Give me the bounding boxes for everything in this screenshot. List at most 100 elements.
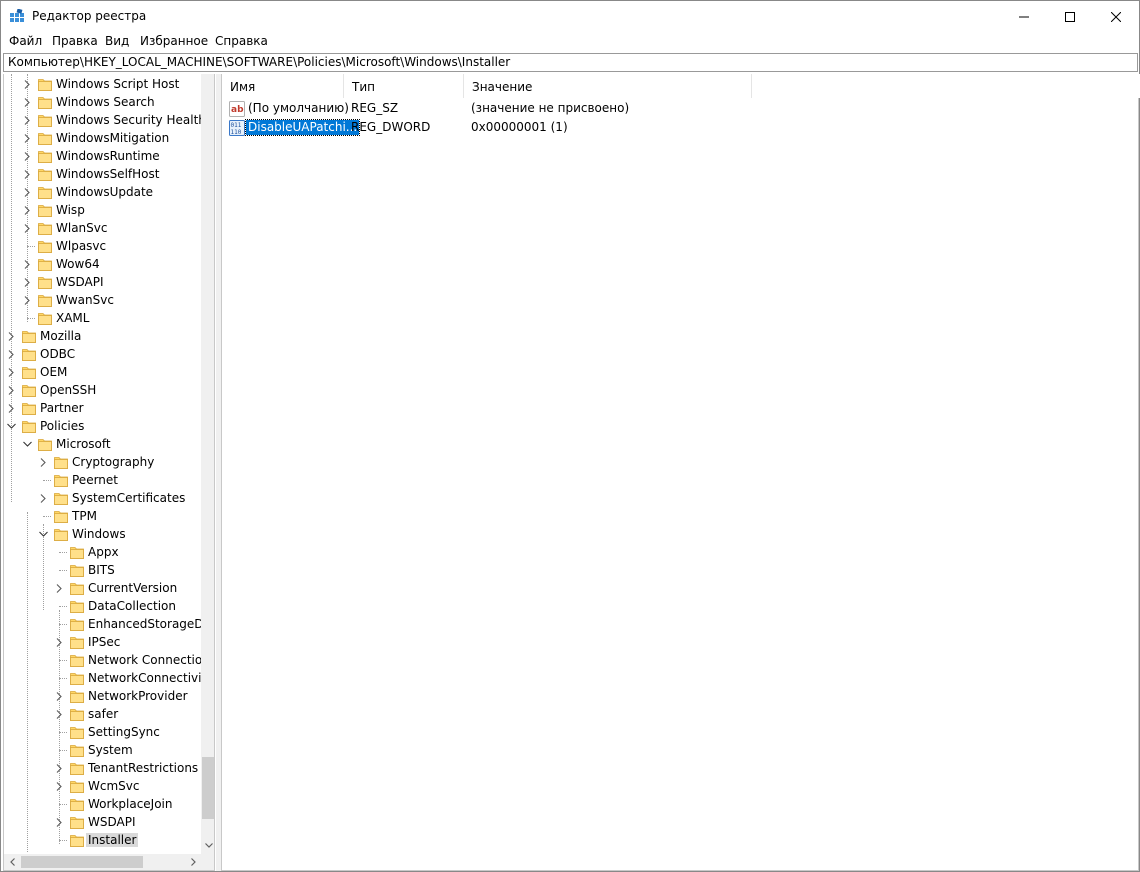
chevron-right-icon[interactable]: [22, 255, 32, 273]
tree-node[interactable]: EnhancedStorageDev: [4, 615, 201, 633]
tree-node[interactable]: Windows Security Health: [4, 111, 201, 129]
chevron-right-icon[interactable]: [6, 399, 16, 417]
tree-node[interactable]: Windows: [4, 525, 201, 543]
chevron-right-icon[interactable]: [54, 687, 64, 705]
chevron-right-icon[interactable]: [22, 111, 32, 129]
tree-node[interactable]: NetworkProvider: [4, 687, 201, 705]
chevron-down-icon[interactable]: [38, 525, 48, 543]
address-bar[interactable]: Компьютер\HKEY_LOCAL_MACHINE\SOFTWARE\Po…: [3, 53, 1138, 72]
chevron-right-icon[interactable]: [54, 579, 64, 597]
chevron-right-icon[interactable]: [22, 183, 32, 201]
tree-node[interactable]: safer: [4, 705, 201, 723]
tree-node[interactable]: BITS: [4, 561, 201, 579]
close-button[interactable]: [1093, 1, 1139, 32]
chevron-right-icon[interactable]: [38, 489, 48, 507]
tree-node[interactable]: OpenSSH: [4, 381, 201, 399]
tree-leaf-connector: [54, 741, 67, 759]
tree-node[interactable]: Installer: [4, 831, 201, 849]
scroll-down-arrow-icon[interactable]: [201, 837, 214, 854]
column-header-name[interactable]: Имя: [222, 74, 344, 98]
chevron-right-icon[interactable]: [6, 381, 16, 399]
tree-node[interactable]: Network Connections: [4, 651, 201, 669]
value-row[interactable]: ab (По умолчанию) REG_SZ (значение не пр…: [222, 99, 1140, 118]
chevron-right-icon[interactable]: [6, 363, 16, 381]
scroll-right-arrow-icon[interactable]: [185, 854, 201, 870]
tree-node[interactable]: Wisp: [4, 201, 201, 219]
maximize-button[interactable]: [1047, 1, 1093, 32]
menu-help[interactable]: Справка: [215, 34, 268, 48]
tree-node[interactable]: Peernet: [4, 471, 201, 489]
chevron-right-icon[interactable]: [22, 147, 32, 165]
column-header-data[interactable]: Значение: [464, 74, 752, 98]
chevron-right-icon[interactable]: [22, 219, 32, 237]
chevron-right-icon[interactable]: [22, 273, 32, 291]
values-list-pane[interactable]: Имя Тип Значение ab (По умолчанию) REG_S…: [221, 74, 1140, 871]
tree-node[interactable]: DataCollection: [4, 597, 201, 615]
scroll-left-arrow-icon[interactable]: [4, 854, 20, 870]
key-tree-pane[interactable]: Windows Script Host Windows Search Windows…: [3, 74, 215, 871]
chevron-right-icon[interactable]: [54, 705, 64, 723]
tree-node[interactable]: WindowsUpdate: [4, 183, 201, 201]
tree-vertical-scroll-thumb[interactable]: [202, 757, 214, 819]
tree-node[interactable]: System: [4, 741, 201, 759]
tree-node[interactable]: WlanSvc: [4, 219, 201, 237]
value-row-selected[interactable]: 011 110 DisableUAPatchi... REG_DWORD 0x0…: [222, 118, 1140, 137]
chevron-right-icon[interactable]: [22, 291, 32, 309]
tree-vertical-scrollbar[interactable]: [201, 74, 214, 854]
tree-node[interactable]: NetworkConnectivity: [4, 669, 201, 687]
tree-node[interactable]: WSDAPI: [4, 813, 201, 831]
tree-node[interactable]: Windows Search: [4, 93, 201, 111]
chevron-right-icon[interactable]: [54, 759, 64, 777]
chevron-right-icon[interactable]: [54, 813, 64, 831]
tree-node[interactable]: SystemCertificates: [4, 489, 201, 507]
tree-node[interactable]: WindowsMitigation: [4, 129, 201, 147]
tree-node[interactable]: Wow64: [4, 255, 201, 273]
folder-icon: [38, 221, 52, 235]
chevron-right-icon[interactable]: [6, 327, 16, 345]
menu-file[interactable]: Файл: [9, 34, 42, 48]
tree-node[interactable]: Windows Script Host: [4, 75, 201, 93]
tree-node[interactable]: WindowsSelfHost: [4, 165, 201, 183]
tree-node[interactable]: WorkplaceJoin: [4, 795, 201, 813]
tree-node[interactable]: Policies: [4, 417, 201, 435]
menu-view[interactable]: Вид: [105, 34, 129, 48]
chevron-down-icon[interactable]: [22, 435, 32, 453]
chevron-down-icon[interactable]: [6, 417, 16, 435]
chevron-right-icon[interactable]: [54, 777, 64, 795]
minimize-button[interactable]: [1001, 1, 1047, 32]
tree-node[interactable]: TenantRestrictions: [4, 759, 201, 777]
chevron-right-icon[interactable]: [22, 129, 32, 147]
menu-edit[interactable]: Правка: [52, 34, 98, 48]
tree-node[interactable]: ODBC: [4, 345, 201, 363]
tree-node[interactable]: CurrentVersion: [4, 579, 201, 597]
tree-node[interactable]: Cryptography: [4, 453, 201, 471]
tree-node[interactable]: Wlpasvc: [4, 237, 201, 255]
chevron-right-icon[interactable]: [54, 633, 64, 651]
column-header-type[interactable]: Тип: [344, 74, 464, 98]
tree-node[interactable]: Appx: [4, 543, 201, 561]
tree-node[interactable]: WcmSvc: [4, 777, 201, 795]
tree-node[interactable]: Mozilla: [4, 327, 201, 345]
chevron-right-icon[interactable]: [6, 345, 16, 363]
tree-node[interactable]: Partner: [4, 399, 201, 417]
tree-node[interactable]: WindowsRuntime: [4, 147, 201, 165]
tree-node[interactable]: WwanSvc: [4, 291, 201, 309]
tree-node[interactable]: Microsoft: [4, 435, 201, 453]
chevron-right-icon[interactable]: [22, 75, 32, 93]
tree-node[interactable]: XAML: [4, 309, 201, 327]
chevron-right-icon[interactable]: [22, 93, 32, 111]
tree-horizontal-scrollbar[interactable]: [4, 854, 201, 870]
tree-node[interactable]: TPM: [4, 507, 201, 525]
title-bar[interactable]: Редактор реестра: [1, 1, 1139, 32]
tree-node[interactable]: SettingSync: [4, 723, 201, 741]
tree-node-label: WcmSvc: [88, 779, 140, 793]
chevron-right-icon[interactable]: [22, 165, 32, 183]
tree-node[interactable]: IPSec: [4, 633, 201, 651]
address-path[interactable]: Компьютер\HKEY_LOCAL_MACHINE\SOFTWARE\Po…: [8, 55, 510, 69]
tree-horizontal-scroll-thumb[interactable]: [21, 856, 143, 868]
chevron-right-icon[interactable]: [38, 453, 48, 471]
chevron-right-icon[interactable]: [22, 201, 32, 219]
tree-node[interactable]: WSDAPI: [4, 273, 201, 291]
tree-node[interactable]: OEM: [4, 363, 201, 381]
menu-favorites[interactable]: Избранное: [140, 34, 208, 48]
